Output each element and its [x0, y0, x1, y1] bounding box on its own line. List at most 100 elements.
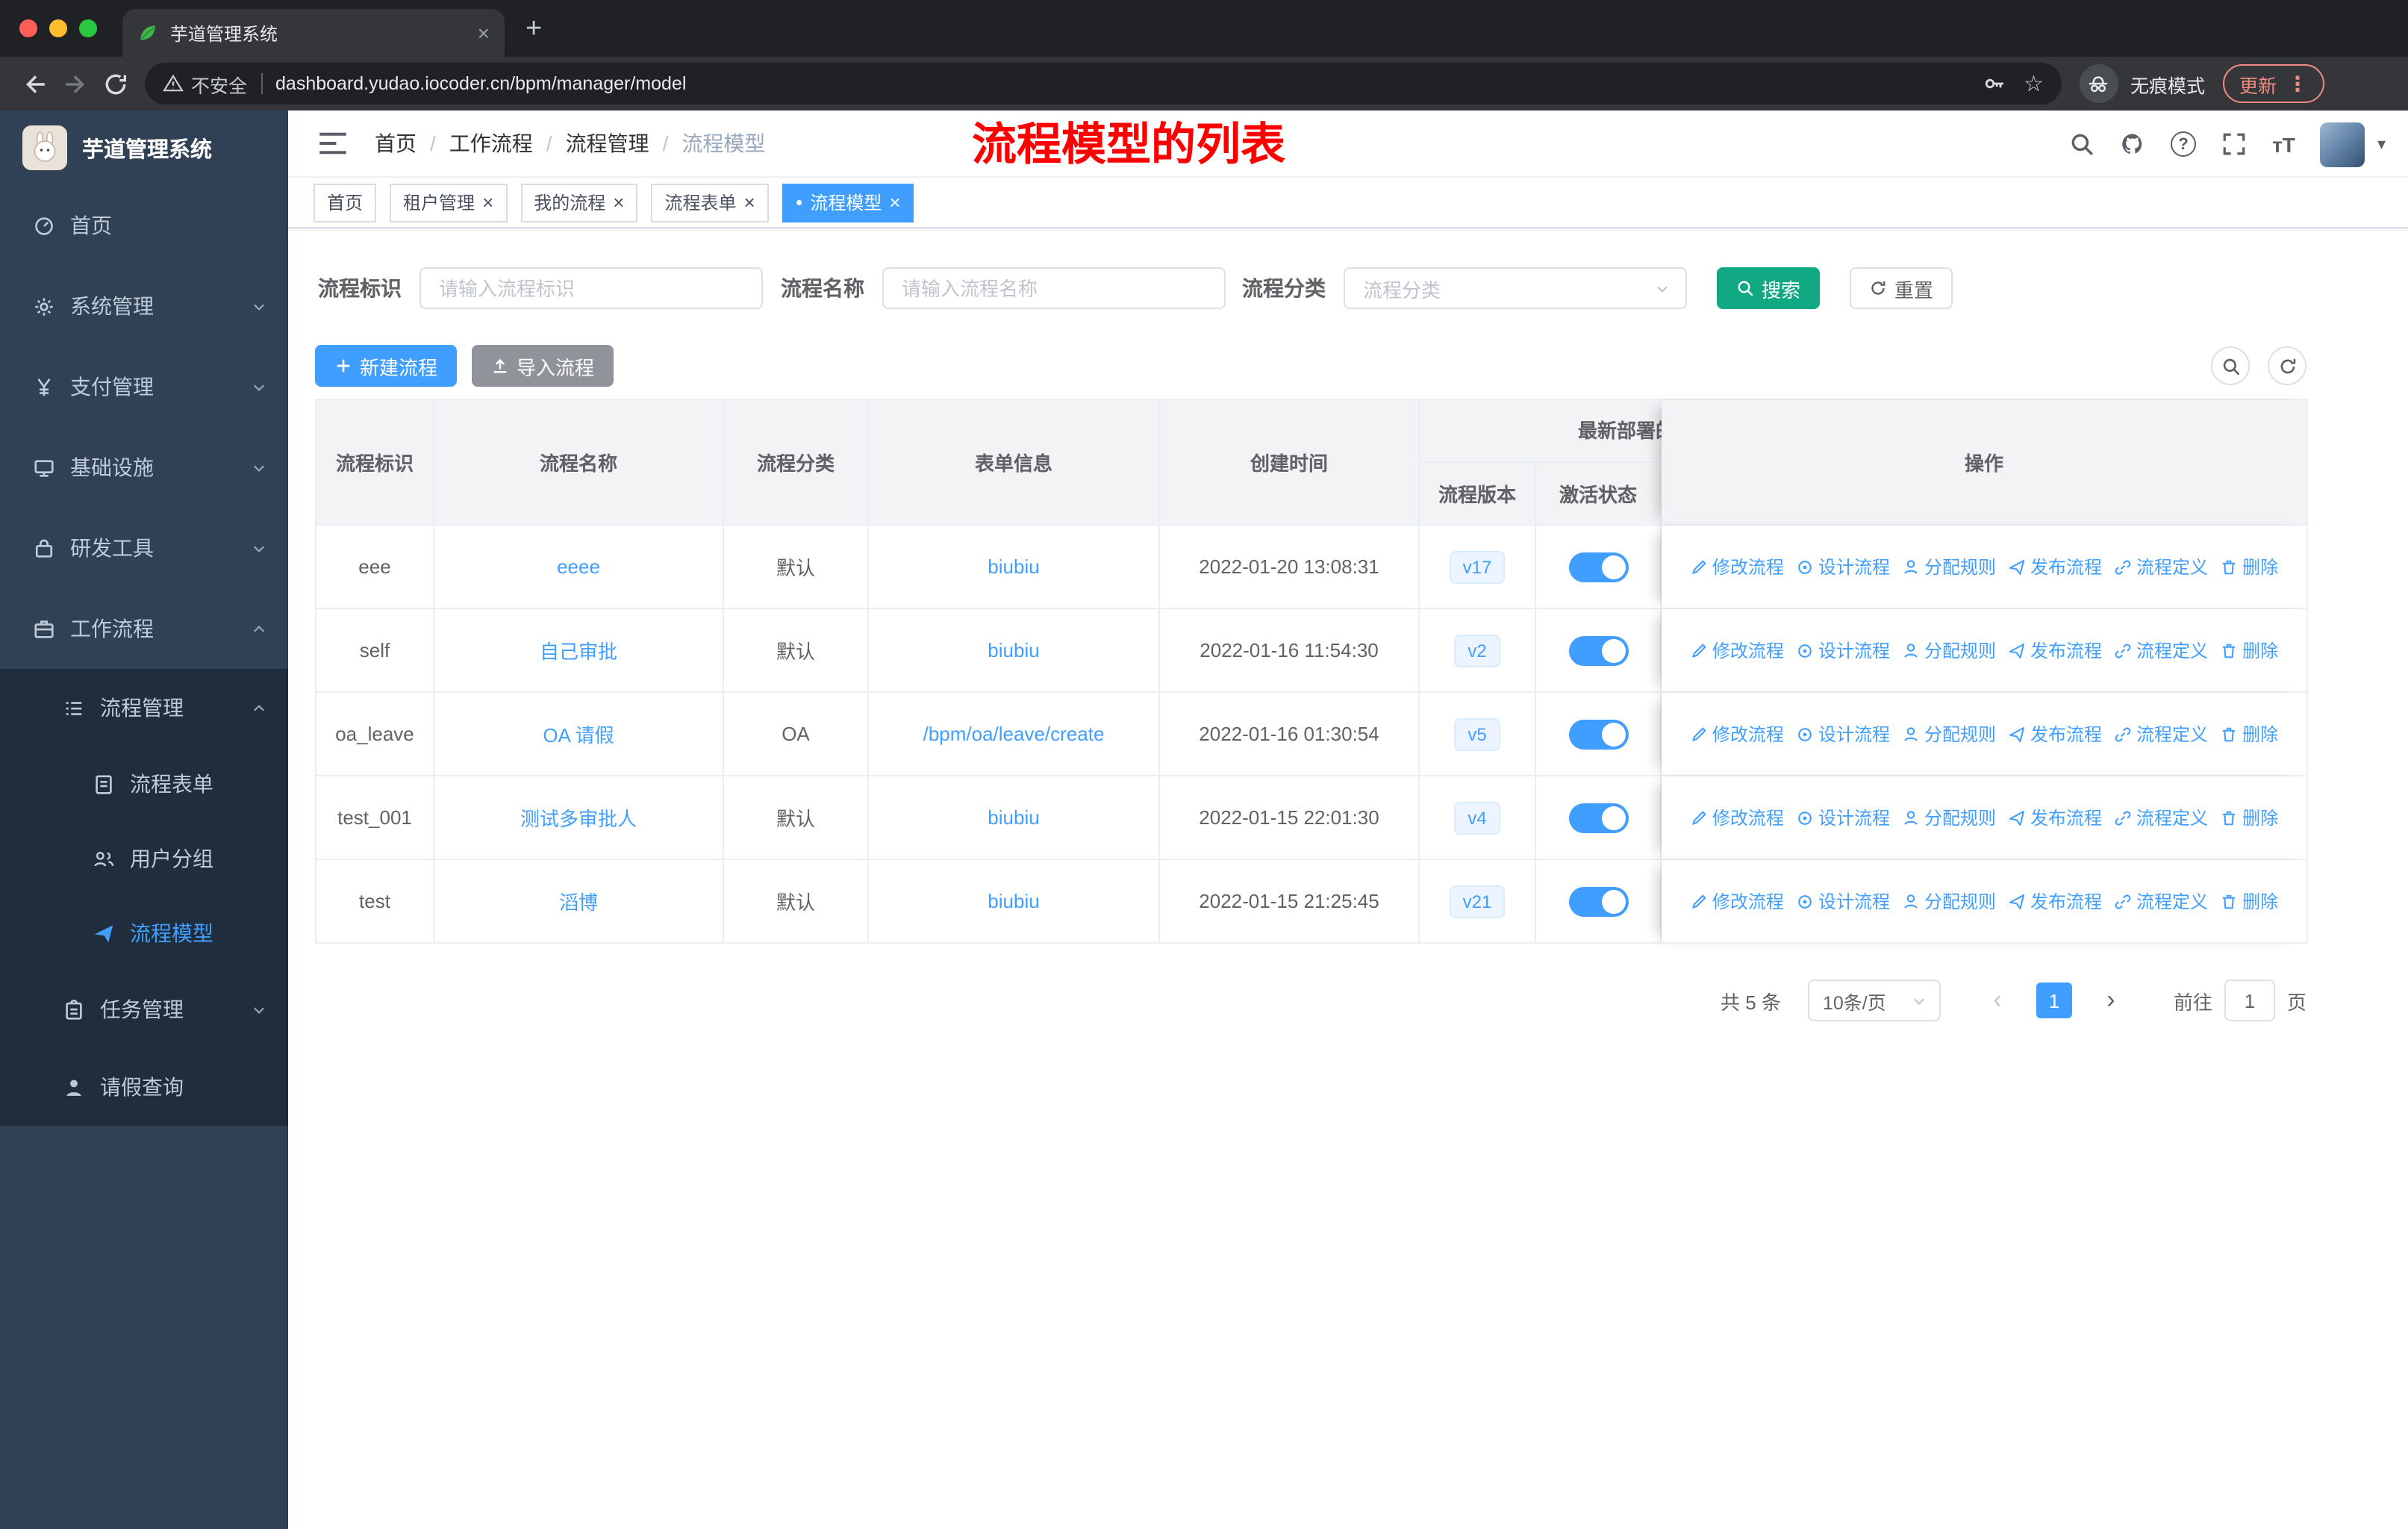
sidebar-collapse-icon[interactable] [318, 130, 348, 157]
action-assign-rule[interactable]: 分配规则 [1902, 638, 1996, 663]
prev-page-button[interactable]: ‹ [1980, 980, 2015, 1021]
version-badge[interactable]: v4 [1454, 801, 1500, 834]
window-zoom-button[interactable] [79, 19, 97, 37]
sidebar-item-workflow[interactable]: 工作流程 [0, 588, 288, 669]
tag-my-process[interactable]: 我的流程 × [520, 183, 638, 222]
create-process-button[interactable]: 新建流程 [315, 345, 458, 387]
tag-home[interactable]: 首页 [314, 183, 377, 222]
version-badge[interactable]: v2 [1454, 634, 1500, 667]
breadcrumb-item[interactable]: 工作流程 [449, 128, 533, 158]
tag-tenant[interactable]: 租户管理 × [390, 183, 508, 222]
sidebar-item-home[interactable]: 首页 [0, 185, 288, 266]
sidebar-item-process-form[interactable]: 流程表单 [0, 747, 288, 821]
action-edit-process[interactable]: 修改流程 [1690, 721, 1784, 747]
reset-button[interactable]: 重置 [1850, 267, 1953, 309]
forward-button[interactable] [55, 63, 96, 104]
breadcrumb-item[interactable]: 流程管理 [566, 128, 649, 158]
action-publish-process[interactable]: 发布流程 [2008, 638, 2102, 663]
action-design-process[interactable]: 设计流程 [1796, 721, 1890, 747]
version-badge[interactable]: v5 [1454, 717, 1500, 750]
process-key-input[interactable] [419, 267, 763, 309]
sidebar-item-payment[interactable]: 支付管理 [0, 346, 288, 427]
form-info-link[interactable]: biubiu [988, 639, 1039, 661]
action-process-definition[interactable]: 流程定义 [2114, 888, 2208, 914]
action-assign-rule[interactable]: 分配规则 [1902, 805, 1996, 830]
sidebar-item-infrastructure[interactable]: 基础设施 [0, 427, 288, 508]
action-assign-rule[interactable]: 分配规则 [1902, 721, 1996, 747]
form-info-link[interactable]: biubiu [988, 890, 1039, 912]
goto-page-input[interactable] [2224, 980, 2275, 1021]
page-number-button[interactable]: 1 [2036, 983, 2072, 1018]
back-button[interactable] [15, 63, 55, 104]
active-toggle[interactable] [1568, 719, 1628, 749]
browser-tab[interactable]: 芋道管理系统 × [122, 9, 505, 57]
process-name-link[interactable]: 自己审批 [540, 641, 617, 663]
form-info-link[interactable]: /bpm/oa/leave/create [923, 723, 1105, 745]
version-badge[interactable]: v17 [1449, 550, 1506, 583]
action-delete[interactable]: 删除 [2220, 554, 2278, 579]
browser-menu-icon[interactable]: ⋮ [2287, 71, 2308, 96]
next-page-button[interactable]: › [2093, 980, 2129, 1021]
search-icon[interactable] [2069, 131, 2094, 157]
active-toggle[interactable] [1568, 803, 1628, 832]
password-key-icon[interactable] [1982, 72, 2006, 96]
breadcrumb-item[interactable]: 首页 [375, 128, 417, 158]
sidebar-item-devtools[interactable]: 研发工具 [0, 508, 288, 588]
address-bar[interactable]: 不安全 dashboard.yudao.iocoder.cn/bpm/manag… [145, 63, 2062, 105]
process-name-link[interactable]: OA 请假 [543, 724, 614, 747]
security-label[interactable]: 不安全 [191, 69, 247, 98]
window-close-button[interactable] [19, 19, 37, 37]
active-toggle[interactable] [1568, 552, 1628, 582]
process-name-link[interactable]: 滔博 [559, 891, 598, 914]
action-edit-process[interactable]: 修改流程 [1690, 888, 1784, 914]
avatar-caret-icon[interactable]: ▾ [2377, 134, 2386, 154]
process-name-link[interactable]: 测试多审批人 [520, 808, 637, 830]
version-badge[interactable]: v21 [1449, 885, 1506, 918]
active-toggle[interactable] [1568, 886, 1628, 916]
action-publish-process[interactable]: 发布流程 [2008, 721, 2102, 747]
action-delete[interactable]: 删除 [2220, 805, 2278, 830]
help-icon[interactable]: ? [2171, 131, 2197, 157]
action-design-process[interactable]: 设计流程 [1796, 638, 1890, 663]
close-icon[interactable]: × [889, 193, 900, 212]
user-avatar[interactable] [2320, 122, 2365, 166]
show-search-button[interactable] [2211, 346, 2250, 385]
action-delete[interactable]: 删除 [2220, 888, 2278, 914]
fullscreen-icon[interactable] [2221, 131, 2247, 157]
github-icon[interactable] [2120, 131, 2145, 157]
tab-close-icon[interactable]: × [478, 21, 490, 45]
action-edit-process[interactable]: 修改流程 [1690, 805, 1784, 830]
close-icon[interactable]: × [744, 193, 755, 212]
sidebar-item-process-model[interactable]: 流程模型 [0, 896, 288, 971]
action-process-definition[interactable]: 流程定义 [2114, 805, 2208, 830]
active-toggle[interactable] [1568, 635, 1628, 665]
action-edit-process[interactable]: 修改流程 [1690, 638, 1784, 663]
action-publish-process[interactable]: 发布流程 [2008, 888, 2102, 914]
sidebar-item-process-management[interactable]: 流程管理 [0, 669, 288, 747]
sidebar-item-leave-query[interactable]: 请假查询 [0, 1048, 288, 1126]
window-minimize-button[interactable] [49, 19, 67, 37]
action-process-definition[interactable]: 流程定义 [2114, 554, 2208, 579]
process-name-link[interactable]: eeee [557, 555, 600, 578]
url-text[interactable]: dashboard.yudao.iocoder.cn/bpm/manager/m… [275, 73, 686, 94]
action-publish-process[interactable]: 发布流程 [2008, 554, 2102, 579]
import-process-button[interactable]: 导入流程 [472, 345, 614, 387]
process-name-input[interactable] [882, 267, 1226, 309]
action-delete[interactable]: 删除 [2220, 721, 2278, 747]
browser-update-button[interactable]: 更新 ⋮ [2222, 64, 2324, 103]
action-delete[interactable]: 删除 [2220, 638, 2278, 663]
action-assign-rule[interactable]: 分配规则 [1902, 554, 1996, 579]
new-tab-button[interactable]: + [525, 14, 542, 43]
action-process-definition[interactable]: 流程定义 [2114, 721, 2208, 747]
sidebar-item-task-management[interactable]: 任务管理 [0, 971, 288, 1048]
form-info-link[interactable]: biubiu [988, 555, 1039, 578]
reload-button[interactable] [96, 63, 136, 104]
close-icon[interactable]: × [482, 193, 493, 212]
sidebar-item-user-group[interactable]: 用户分组 [0, 821, 288, 896]
bookmark-star-icon[interactable]: ☆ [2024, 70, 2044, 97]
process-category-select[interactable]: 流程分类 [1344, 267, 1687, 309]
form-info-link[interactable]: biubiu [988, 806, 1039, 829]
action-edit-process[interactable]: 修改流程 [1690, 554, 1784, 579]
close-icon[interactable]: × [613, 193, 624, 212]
page-size-select[interactable]: 10条/页 [1807, 980, 1941, 1021]
